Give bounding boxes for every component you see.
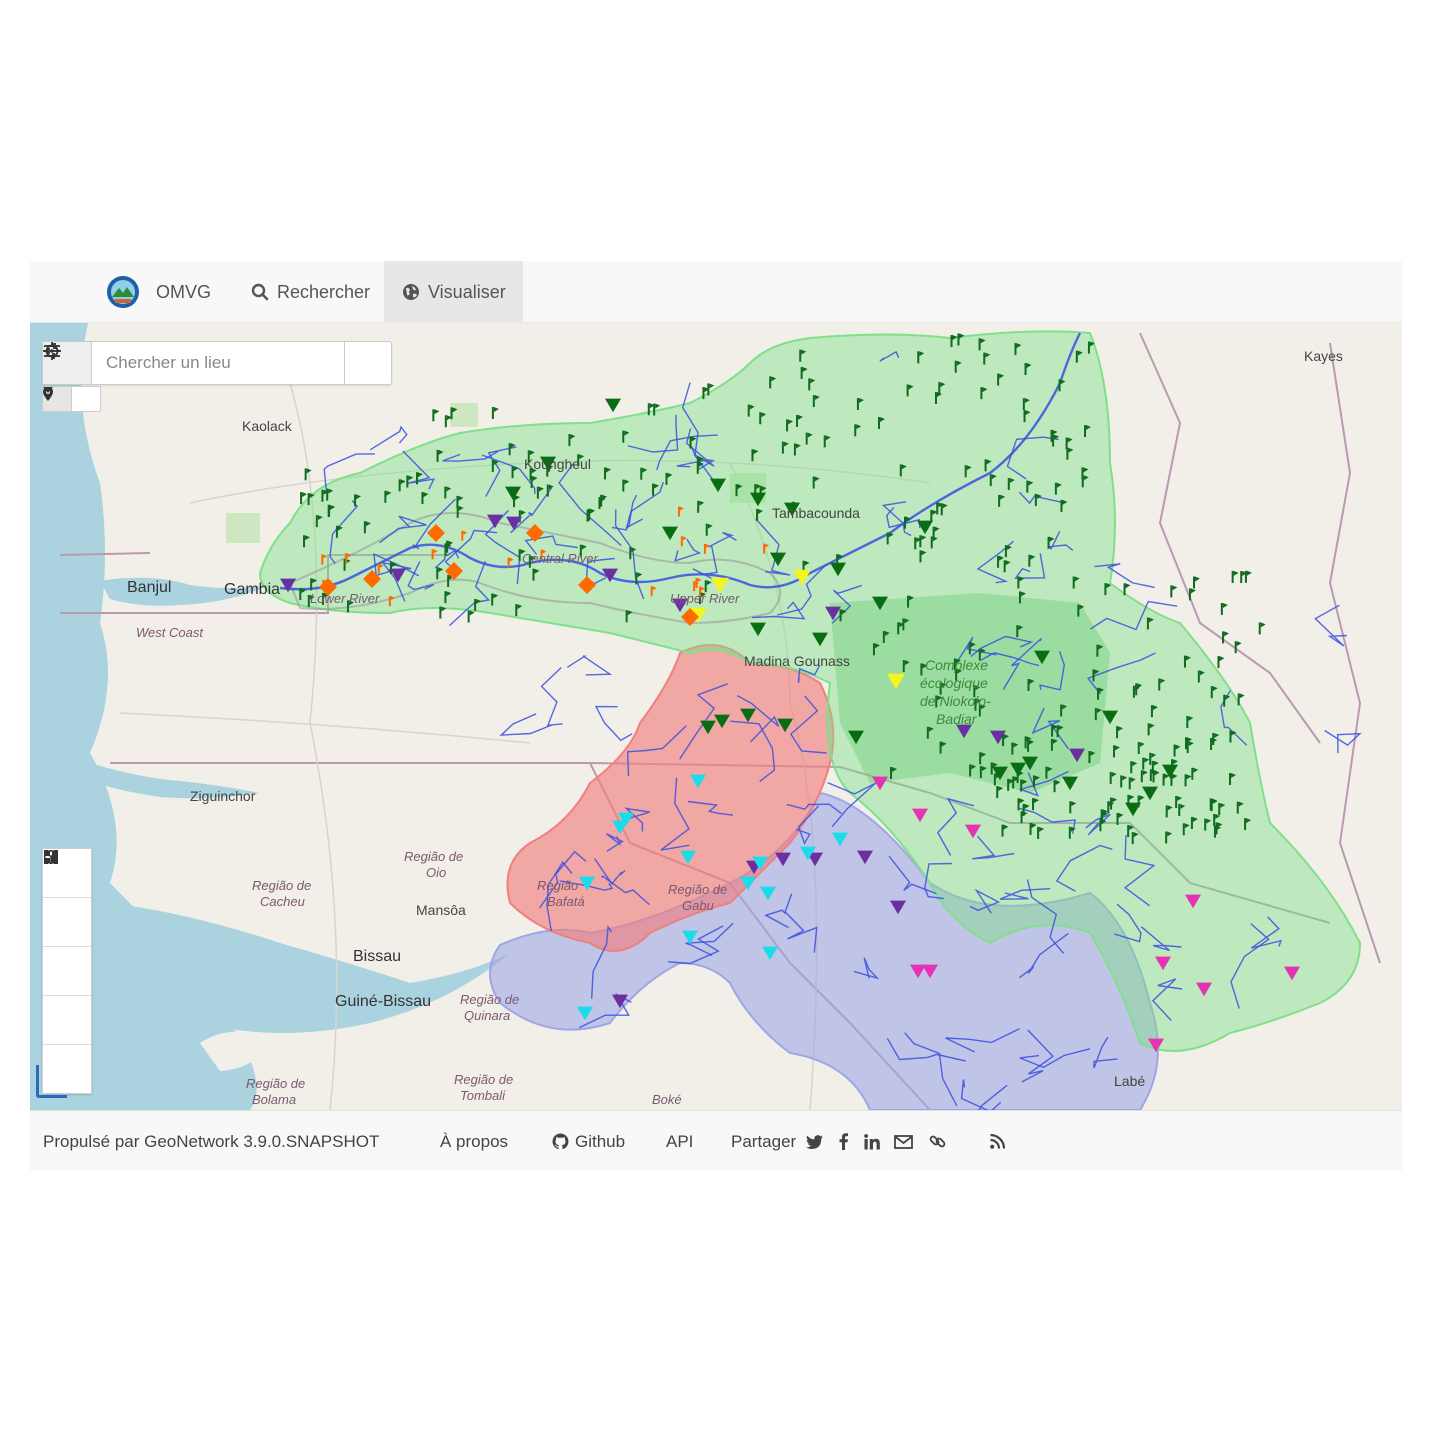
label-gabu-line2: Gabu (682, 898, 714, 913)
label-park-line3: de Niokolo- (920, 693, 991, 709)
top-navbar: OMVG Rechercher Visualiser (30, 261, 1402, 323)
label-cacheu-line1: Região de (252, 878, 312, 893)
envelope-icon[interactable] (894, 1134, 914, 1149)
label-tambacounda: Tambacounda (772, 505, 860, 521)
label-bissau: Bissau (353, 948, 402, 965)
label-park-line1: Complexe (925, 657, 989, 673)
crosshair-icon (43, 342, 61, 360)
label-boke: Boké (652, 1092, 682, 1107)
label-west-coast: West Coast (136, 625, 203, 640)
zoom-out-button[interactable] (43, 855, 91, 947)
label-central-river: Central River (522, 551, 598, 566)
label-gabu-line1: Região de (668, 882, 728, 897)
search-icon (251, 283, 269, 301)
label-bolama-line1: Região de (246, 1076, 306, 1091)
label-oio-line2: Oio (426, 865, 447, 880)
map-toolbar (42, 848, 92, 1094)
nav-visualiser[interactable]: Visualiser (384, 261, 523, 323)
rss-icon (990, 1134, 1005, 1149)
label-park-line4: Badiar (936, 711, 977, 727)
label-park-line2: écologique (920, 675, 988, 691)
label-bafata-line2: Bafatá (547, 894, 585, 909)
label-madina-gounass: Madina Gounass (744, 653, 850, 669)
label-ziguinchor: Ziguinchor (190, 788, 256, 804)
label-lower-river: Lower River (310, 591, 380, 606)
label-guine-bissau: Guiné-Bissau (335, 993, 432, 1010)
map-viewport[interactable]: Kaolack Kayes Banjul Gambia West Coast L… (30, 323, 1402, 1110)
globe-icon (402, 283, 420, 301)
label-bafata-line1: Região (537, 878, 579, 893)
share-section: Partager (731, 1111, 946, 1172)
label-labe: Labé (1114, 1073, 1146, 1089)
nav-rechercher-label: Rechercher (277, 281, 371, 302)
rss-link[interactable] (990, 1111, 1005, 1172)
label-mansoa: Mansôa (416, 902, 466, 918)
facebook-icon[interactable] (839, 1133, 849, 1150)
full-extent-button[interactable] (43, 850, 91, 996)
park-patch (450, 403, 478, 427)
app: OMVG Rechercher Visualiser Kaolack Kayes… (30, 261, 1402, 1171)
link-icon[interactable] (929, 1133, 946, 1150)
park-patch (226, 513, 260, 543)
label-cacheu-line2: Cacheu (260, 894, 305, 909)
locate-button[interactable] (43, 342, 391, 384)
omvg-logo-icon (107, 276, 139, 308)
label-upper-river: Upper River (670, 591, 740, 606)
linkedin-icon[interactable] (864, 1133, 881, 1150)
brand-link[interactable]: OMVG (88, 261, 229, 323)
twitter-icon[interactable] (806, 1134, 824, 1149)
map-canvas[interactable] (30, 323, 1402, 1110)
nav-rechercher[interactable]: Rechercher (233, 261, 388, 323)
brand-label: OMVG (156, 281, 212, 302)
label-oio-line1: Região de (404, 849, 464, 864)
about-link[interactable]: À propos (440, 1111, 508, 1172)
caret-down-icon[interactable] (43, 387, 100, 411)
label-gambia: Gambia (224, 581, 281, 598)
github-icon (552, 1133, 569, 1150)
github-link[interactable]: Github (552, 1111, 625, 1172)
label-quinara-line1: Região de (460, 992, 520, 1007)
label-kayes: Kayes (1304, 348, 1343, 364)
place-search-input[interactable] (92, 342, 344, 384)
label-bolama-line2: Bolama (252, 1092, 297, 1107)
label-banjul: Banjul (127, 579, 172, 596)
3d-view-button[interactable] (43, 850, 91, 1045)
label-tombali-line2: Tombali (460, 1088, 506, 1103)
label-quinara-line2: Quinara (464, 1008, 511, 1023)
footer: Propulsé par GeoNetwork 3.9.0.SNAPSHOT À… (30, 1110, 1402, 1171)
grid-icon (44, 851, 58, 863)
overview-map-toggle[interactable] (36, 1065, 67, 1098)
label-kaolack: Kaolack (242, 418, 292, 434)
place-search (42, 341, 392, 385)
nav-visualiser-label: Visualiser (428, 281, 506, 302)
marker-dropdown[interactable] (42, 386, 101, 412)
powered-by-link[interactable]: Propulsé par GeoNetwork 3.9.0.SNAPSHOT (43, 1111, 379, 1172)
github-label: Github (575, 1131, 626, 1151)
label-tombali-line1: Região de (454, 1072, 514, 1087)
label-koungheul: Koungheul (524, 456, 591, 472)
api-link[interactable]: API (666, 1111, 693, 1172)
share-label: Partager (731, 1131, 797, 1151)
